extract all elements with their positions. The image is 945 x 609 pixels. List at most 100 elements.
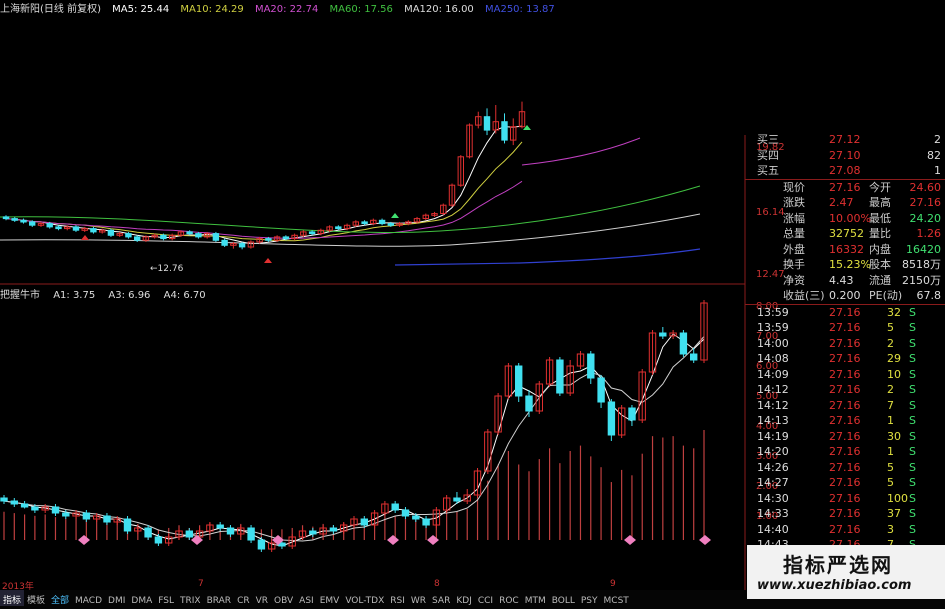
- tab-15[interactable]: RSI: [387, 593, 408, 606]
- ind-body: [10, 500, 19, 505]
- ind-body: [453, 497, 461, 502]
- quote-label: 涨幅: [783, 211, 805, 225]
- tick-time: 14:30: [757, 491, 789, 505]
- quote-label: 量比: [869, 227, 891, 240]
- tab-23[interactable]: PSY: [578, 593, 601, 606]
- tab-11[interactable]: OBV: [271, 593, 296, 606]
- tab-17[interactable]: SAR: [429, 593, 453, 606]
- candle-body: [265, 238, 272, 241]
- tab-1[interactable]: 模板: [24, 590, 48, 606]
- tick-price: 27.16: [829, 445, 861, 458]
- quote-label: 涨跌: [783, 196, 805, 209]
- ind-body: [525, 395, 533, 412]
- tick-row: 14:13 27.16 1 S: [745, 413, 945, 429]
- ind-body: [329, 527, 338, 532]
- tab-13[interactable]: EMV: [317, 593, 343, 606]
- tab-0[interactable]: 指标: [0, 590, 25, 606]
- tick-flag: S: [909, 383, 916, 396]
- quote-row: 总量 32752 量比 1.26: [745, 226, 945, 242]
- order-price: 27.08: [829, 164, 861, 177]
- candle-body: [160, 234, 167, 240]
- ind-body: [123, 518, 132, 532]
- candle-body: [361, 221, 368, 225]
- tab-9[interactable]: CR: [234, 593, 253, 606]
- quote-label: 流通: [869, 273, 891, 287]
- tab-16[interactable]: WR: [408, 593, 429, 606]
- quote-label: 内盘: [869, 242, 891, 256]
- tick-price: 27.16: [829, 336, 861, 350]
- tab-3[interactable]: MACD: [72, 593, 105, 606]
- ind-body: [185, 530, 194, 538]
- stock-name: 上海新阳(日线 前复权): [0, 4, 101, 15]
- watermark: 指标严选网 www.xuezhibiao.com: [747, 545, 945, 599]
- tick-time: 14:26: [757, 460, 789, 474]
- tick-row: 14:12 27.16 7 S: [745, 398, 945, 414]
- tab-10[interactable]: VR: [253, 593, 271, 606]
- arrow-marker: [264, 258, 272, 263]
- tick-vol: 5: [887, 476, 894, 489]
- ind-body: [257, 539, 266, 550]
- candle-body: [125, 233, 132, 238]
- order-price: 27.10: [829, 148, 861, 162]
- tab-22[interactable]: BOLL: [549, 593, 578, 606]
- tab-19[interactable]: CCI: [475, 593, 496, 606]
- ind-body: [31, 506, 39, 511]
- order-label: 买四: [757, 148, 779, 162]
- tab-20[interactable]: ROC: [496, 593, 522, 606]
- tick-price: 27.16: [829, 398, 861, 412]
- quote-row: 净资 4.43 流通 2150万: [745, 273, 945, 289]
- tab-12[interactable]: ASI: [296, 593, 317, 606]
- tab-21[interactable]: MTM: [522, 593, 549, 606]
- candle-body: [20, 219, 27, 223]
- candle-body: [238, 243, 246, 248]
- tick-flag: S: [909, 476, 916, 489]
- x-label: 9: [610, 579, 616, 589]
- tick-row: 13:59 27.16 32 S: [745, 305, 945, 321]
- signal-marker: [624, 535, 636, 545]
- tick-price: 27.16: [829, 414, 861, 427]
- tick-price: 27.16: [829, 460, 861, 474]
- ind-body: [0, 497, 8, 502]
- ind-body: [401, 509, 410, 517]
- signal-marker: [387, 535, 399, 545]
- quote-value: 27.16: [909, 196, 942, 209]
- tab-5[interactable]: DMA: [128, 593, 155, 606]
- tick-time: 14:00: [757, 336, 789, 350]
- tick-row: 14:30 27.16 100 S: [745, 491, 945, 507]
- tick-flag: S: [909, 414, 916, 427]
- quote-value: 10.00%: [829, 211, 871, 225]
- tab-18[interactable]: KDJ: [453, 593, 475, 606]
- tab-7[interactable]: TRIX: [177, 593, 204, 606]
- tab-14[interactable]: VOL-TDX: [342, 593, 387, 606]
- tab-24[interactable]: MCST: [601, 593, 632, 606]
- tab-8[interactable]: BRAR: [204, 593, 234, 606]
- candle-body: [72, 226, 80, 231]
- ind-body: [391, 503, 399, 511]
- tick-row: 13:59 27.16 5 S: [745, 320, 945, 336]
- ind-body: [62, 512, 70, 517]
- chart-markers: [78, 125, 711, 545]
- quote-value: 16332: [829, 242, 864, 256]
- tick-price: 27.16: [829, 429, 861, 443]
- indicator-header: 把握牛市 A1: 3.75 A3: 6.96 A4: 6.70: [0, 286, 216, 301]
- quote-value: 0.200: [829, 289, 861, 302]
- tab-2[interactable]: 全部: [48, 590, 72, 606]
- quote-row: 收益(三) 0.200 PE(动) 67.8: [745, 288, 945, 304]
- signal-marker: [699, 535, 711, 545]
- candle-body: [378, 219, 386, 225]
- tick-time: 14:09: [757, 367, 789, 381]
- candle-body: [308, 231, 316, 235]
- tick-price: 27.16: [829, 383, 861, 396]
- tick-row: 14:33 27.16 37 S: [745, 506, 945, 522]
- quote-value: 1.26: [916, 227, 942, 240]
- tick-row: 14:27 27.16 5 S: [745, 475, 945, 491]
- ind-body: [607, 401, 616, 436]
- tab-4[interactable]: DMI: [105, 593, 128, 606]
- ind-body: [679, 332, 688, 355]
- tick-vol: 2: [887, 383, 894, 396]
- price-ma-lines: [0, 125, 701, 266]
- ma10-label: MA10: 24.29: [180, 4, 244, 15]
- quote-row: 外盘 16332 内盘 16420: [745, 242, 945, 258]
- ind-body: [51, 506, 60, 514]
- tab-6[interactable]: FSL: [155, 593, 177, 606]
